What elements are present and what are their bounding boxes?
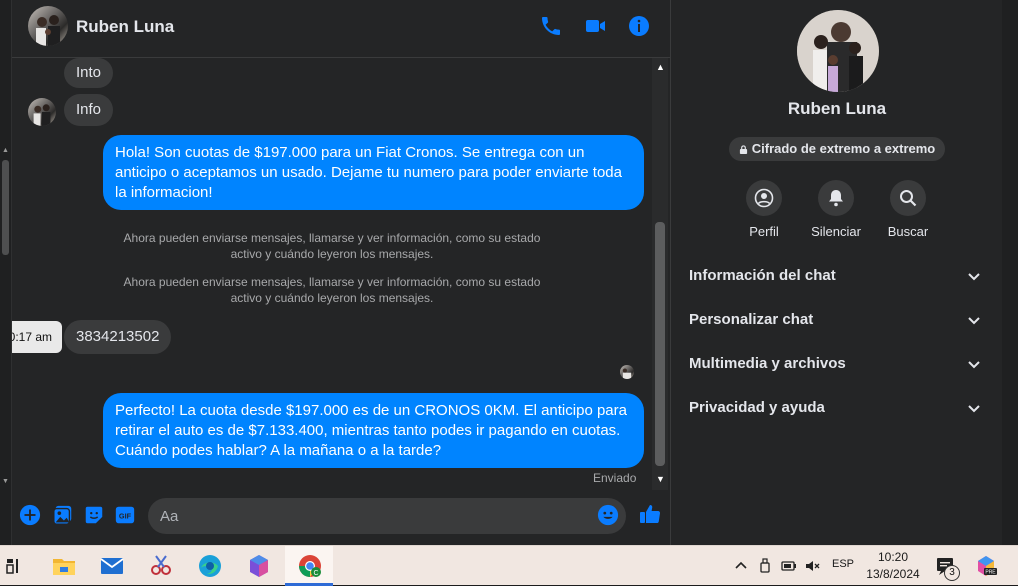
- system-notice: Ahora pueden enviarse mensajes, llamarse…: [123, 275, 541, 305]
- conversation-info-panel: Ruben Luna Cifrado de extremo a extremo …: [670, 0, 1002, 545]
- message-list[interactable]: Into Info Hola! Son cuotas de $197.000 p…: [12, 58, 652, 490]
- profile-avatar[interactable]: [797, 10, 879, 92]
- section-privacy-help[interactable]: Privacidad y ayuda: [689, 399, 989, 423]
- chevron-down-icon: [968, 273, 980, 281]
- notification-count: 3: [944, 565, 960, 581]
- composer: GIF: [12, 490, 670, 545]
- message-input[interactable]: [148, 498, 626, 534]
- like-thumb-icon[interactable]: [638, 502, 662, 526]
- contact-name[interactable]: Ruben Luna: [76, 17, 174, 37]
- search-button[interactable]: Buscar: [868, 180, 948, 239]
- svg-text:C: C: [313, 570, 318, 577]
- message-outgoing[interactable]: Hola! Son cuotas de $197.000 para un Fia…: [103, 135, 644, 210]
- profile-label: Perfil: [749, 224, 779, 239]
- section-label: Personalizar chat: [689, 311, 814, 328]
- left-scroll-thumb[interactable]: [2, 160, 9, 255]
- sent-status: Enviado: [593, 471, 637, 485]
- chevron-down-icon: [968, 317, 980, 325]
- mute-label: Silenciar: [811, 224, 861, 239]
- file-explorer-icon[interactable]: [50, 552, 78, 580]
- message-incoming[interactable]: Into: [64, 58, 114, 88]
- message-incoming[interactable]: Info: [64, 94, 114, 126]
- image-icon[interactable]: [52, 504, 74, 526]
- info-icon[interactable]: [627, 14, 651, 38]
- usb-device-icon[interactable]: [757, 558, 773, 574]
- emoji-icon[interactable]: [597, 504, 619, 526]
- mute-button[interactable]: Silenciar: [796, 180, 876, 239]
- section-label: Privacidad y ayuda: [689, 399, 825, 416]
- copilot-preview-icon[interactable]: PRE: [974, 554, 998, 578]
- scroll-up-arrow-icon[interactable]: ▲: [2, 147, 9, 154]
- message-scroll-thumb[interactable]: [655, 222, 665, 466]
- encryption-label: Cifrado de extremo a extremo: [751, 141, 936, 156]
- svg-text:PRE: PRE: [985, 570, 996, 576]
- profile-icon: [754, 188, 774, 208]
- search-icon: [900, 190, 917, 207]
- section-customize-chat[interactable]: Personalizar chat: [689, 311, 989, 335]
- copilot-icon[interactable]: [245, 552, 273, 580]
- clock-time: 10:20: [877, 550, 909, 564]
- chat-header: Ruben Luna: [12, 0, 670, 58]
- windows-taskbar: C ESP 10:20 13/8/2024 3 PRE: [0, 545, 1018, 586]
- section-chat-info[interactable]: Información del chat: [689, 267, 989, 291]
- chevron-down-icon: [968, 361, 980, 369]
- lock-icon: [739, 145, 747, 154]
- sender-avatar[interactable]: [28, 98, 56, 126]
- right-scrollbar[interactable]: [1002, 0, 1018, 545]
- chrome-icon[interactable]: C: [296, 552, 324, 580]
- system-notice: Ahora pueden enviarse mensajes, llamarse…: [123, 231, 541, 261]
- battery-icon[interactable]: [781, 558, 797, 574]
- message-scrollbar[interactable]: ▲ ▼: [652, 58, 668, 490]
- phone-icon[interactable]: [539, 14, 563, 38]
- sticker-icon[interactable]: [83, 504, 105, 526]
- input-language[interactable]: ESP: [832, 558, 854, 570]
- profile-name: Ruben Luna: [787, 99, 887, 118]
- scroll-up-arrow-icon[interactable]: ▲: [656, 62, 665, 72]
- scroll-down-arrow-icon[interactable]: ▼: [656, 474, 665, 484]
- bell-icon: [829, 190, 843, 207]
- chevron-down-icon: [968, 405, 980, 413]
- timestamp-tooltip: 10:17 am: [12, 321, 62, 353]
- left-scrollbar[interactable]: ▲ ▼: [0, 0, 12, 545]
- encryption-badge[interactable]: Cifrado de extremo a extremo: [729, 137, 945, 161]
- messenger-window: ▲ ▼ Ruben Luna Into Info Hola! Son cuota…: [0, 0, 1018, 545]
- mail-icon[interactable]: [98, 552, 126, 580]
- video-icon[interactable]: [583, 14, 607, 38]
- message-outgoing[interactable]: Perfecto! La cuota desde $197.000 es de …: [103, 393, 644, 468]
- search-label: Buscar: [887, 224, 929, 239]
- clock[interactable]: 10:20 13/8/2024: [862, 549, 924, 583]
- widgets-icon[interactable]: [2, 552, 30, 580]
- gif-icon[interactable]: GIF: [114, 504, 136, 526]
- chevron-up-icon[interactable]: [733, 558, 749, 574]
- volume-muted-icon[interactable]: [804, 558, 820, 574]
- message-incoming[interactable]: 3834213502: [64, 320, 172, 354]
- scroll-down-arrow-icon[interactable]: ▼: [2, 478, 9, 485]
- snipping-tool-icon[interactable]: [147, 552, 175, 580]
- section-label: Información del chat: [689, 267, 836, 284]
- edge-browser-icon[interactable]: [196, 552, 224, 580]
- profile-button[interactable]: Perfil: [724, 180, 804, 239]
- svg-text:GIF: GIF: [119, 512, 132, 521]
- section-media-files[interactable]: Multimedia y archivos: [689, 355, 989, 379]
- contact-avatar[interactable]: [28, 6, 68, 46]
- plus-icon[interactable]: [19, 504, 41, 526]
- clock-date: 13/8/2024: [866, 567, 920, 581]
- section-label: Multimedia y archivos: [689, 355, 846, 372]
- read-receipt-avatar: [620, 365, 634, 379]
